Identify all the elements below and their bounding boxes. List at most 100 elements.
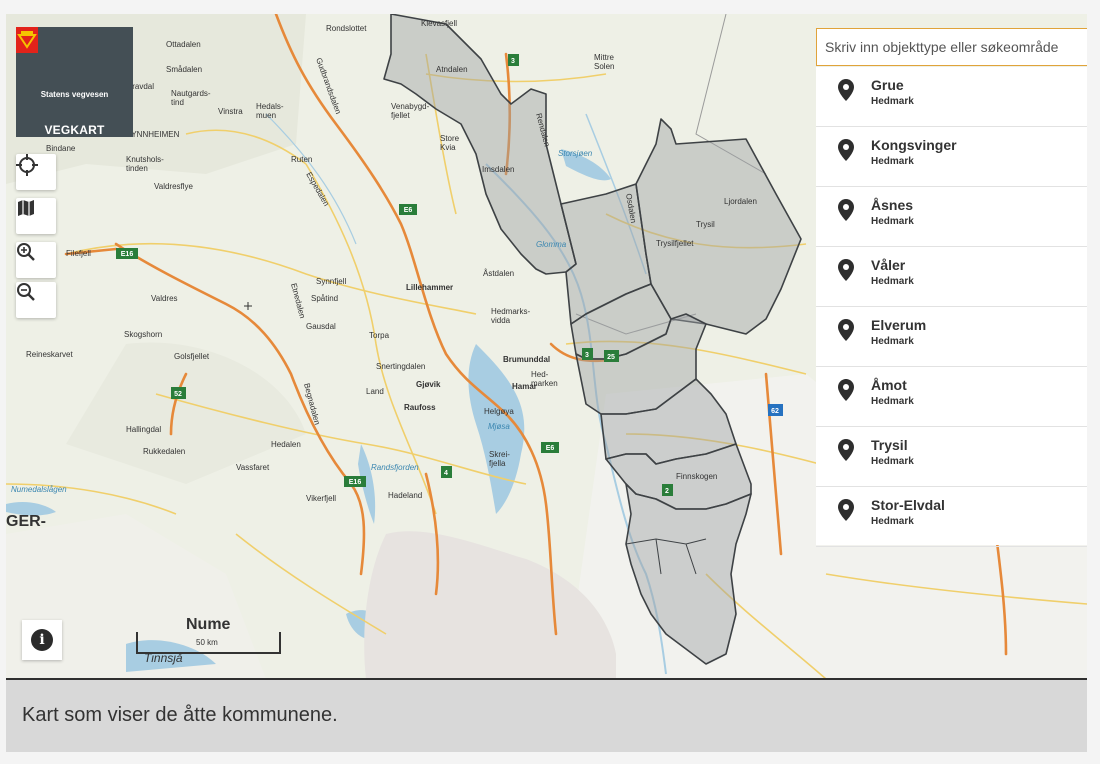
- zoom-out-icon: [17, 283, 35, 301]
- app-name: VEGKART: [44, 123, 105, 137]
- result-item[interactable]: Grue Hedmark: [816, 67, 1087, 127]
- map-label: Ruten: [291, 155, 312, 164]
- result-name: Elverum: [871, 317, 927, 333]
- result-name: Grue: [871, 77, 904, 93]
- road-shield: 4: [441, 466, 452, 478]
- map-label: Ottadalen: [166, 40, 201, 49]
- result-region: Hedmark: [871, 516, 914, 527]
- result-region: Hedmark: [871, 456, 914, 467]
- map-frame: Rondslottet Ottadalen Smådalen Gravdal N…: [6, 14, 1087, 752]
- map-label: Snertingdalen: [376, 362, 425, 371]
- search-box[interactable]: [816, 28, 1087, 66]
- scale-bar: 50 km: [136, 632, 281, 654]
- road-shield: 3: [582, 348, 593, 360]
- svg-text:2: 2: [665, 488, 669, 495]
- map-label: Trysil: [696, 220, 715, 229]
- road-shield: E16: [116, 248, 138, 259]
- result-name: Kongsvinger: [871, 137, 957, 153]
- result-region: Hedmark: [871, 96, 914, 107]
- result-name: Trysil: [871, 437, 908, 453]
- road-shield: 52: [171, 387, 186, 399]
- app-logo[interactable]: Statens vegvesen VEGKART: [16, 27, 133, 137]
- map-label: Hedalen: [271, 440, 301, 449]
- map-label: Filefjell: [66, 249, 91, 258]
- scale-label: 50 km: [196, 638, 218, 647]
- result-name: Stor-Elvdal: [871, 497, 945, 513]
- map-label: Mittre Solen: [594, 53, 615, 71]
- map-label: Glomma: [536, 240, 567, 249]
- search-results: Grue Hedmark Kongsvinger Hedmark Åsnes Hedmar…: [816, 67, 1087, 547]
- result-item[interactable]: Elverum Hedmark: [816, 307, 1087, 367]
- map-label: Mjøsa: [488, 422, 510, 431]
- svg-text:E16: E16: [121, 251, 134, 258]
- map-label: Gjøvik: [416, 380, 441, 389]
- map-label: Spåtind: [311, 294, 338, 303]
- zoom-in-button[interactable]: [16, 242, 56, 278]
- map-label: Golsfjellet: [174, 352, 210, 361]
- map-label: Gausdal: [306, 322, 336, 331]
- caption-bar: Kart som viser de åtte kommunene.: [6, 678, 1087, 752]
- map-label: Ljordalen: [724, 197, 757, 206]
- result-region: Hedmark: [871, 276, 914, 287]
- location-pin-icon: [838, 379, 854, 401]
- svg-text:E6: E6: [404, 207, 413, 214]
- search-input[interactable]: [817, 29, 1087, 65]
- map-label: SYNNHEIMEN: [126, 130, 180, 139]
- map-label: Klevasfjell: [421, 19, 457, 28]
- result-region: Hedmark: [871, 396, 914, 407]
- result-item[interactable]: Åsnes Hedmark: [816, 187, 1087, 247]
- location-pin-icon: [838, 199, 854, 221]
- road-shield: 3: [508, 54, 519, 66]
- caption-text: Kart som viser de åtte kommunene.: [22, 704, 338, 726]
- road-shield: 62: [768, 404, 783, 416]
- result-region: Hedmark: [871, 156, 914, 167]
- map-label: Nume: [186, 616, 231, 633]
- zoom-out-button[interactable]: [16, 282, 56, 318]
- location-pin-icon: [838, 319, 854, 341]
- map-label: Synnfjell: [316, 277, 346, 286]
- map-label: Vikerfjell: [306, 494, 336, 503]
- map-canvas[interactable]: Rondslottet Ottadalen Smådalen Gravdal N…: [6, 14, 1087, 679]
- result-item[interactable]: Åmot Hedmark: [816, 367, 1087, 427]
- svg-text:52: 52: [174, 391, 182, 398]
- map-label: Reineskarvet: [26, 350, 73, 359]
- map-label: Raufoss: [404, 403, 436, 412]
- map-label: Land: [366, 387, 384, 396]
- map-layers-button[interactable]: [16, 198, 56, 234]
- svg-text:25: 25: [607, 354, 615, 361]
- road-shield: 25: [604, 350, 619, 362]
- map-label: Smådalen: [166, 65, 202, 74]
- location-pin-icon: [838, 259, 854, 281]
- map-label: Trysilfjellet: [656, 239, 694, 248]
- result-item[interactable]: Kongsvinger Hedmark: [816, 127, 1087, 187]
- result-item[interactable]: Trysil Hedmark: [816, 427, 1087, 487]
- map-label: Brumunddal: [503, 355, 550, 364]
- location-pin-icon: [838, 499, 854, 521]
- svg-text:E6: E6: [546, 445, 555, 452]
- info-icon: i: [31, 629, 53, 651]
- map-icon: [18, 200, 34, 216]
- road-shield: 2: [662, 484, 673, 496]
- info-button[interactable]: i: [22, 620, 62, 660]
- map-label: Bindane: [46, 144, 76, 153]
- locate-button[interactable]: [16, 154, 56, 190]
- svg-text:62: 62: [771, 408, 779, 415]
- result-item[interactable]: Våler Hedmark: [816, 247, 1087, 307]
- svg-text:3: 3: [585, 352, 589, 359]
- road-shield: E6: [399, 204, 417, 215]
- map-label: Helgøya: [484, 407, 514, 416]
- location-pin-icon: [838, 439, 854, 461]
- map-label: Skogshorn: [124, 330, 162, 339]
- svg-text:4: 4: [444, 470, 448, 477]
- map-label: Numedalslågen: [11, 485, 67, 494]
- map-label: Imsdalen: [482, 165, 514, 174]
- map-label: Valdres: [151, 294, 178, 303]
- result-name: Våler: [871, 257, 906, 273]
- map-label: Storsjøen: [558, 149, 593, 158]
- map-label: Rondslottet: [326, 24, 367, 33]
- result-item[interactable]: Stor-Elvdal Hedmark: [816, 487, 1087, 547]
- map-label: Vinstra: [218, 107, 243, 116]
- svg-text:E16: E16: [349, 479, 362, 486]
- crosshair-icon: [16, 154, 38, 176]
- svg-text:3: 3: [511, 58, 515, 65]
